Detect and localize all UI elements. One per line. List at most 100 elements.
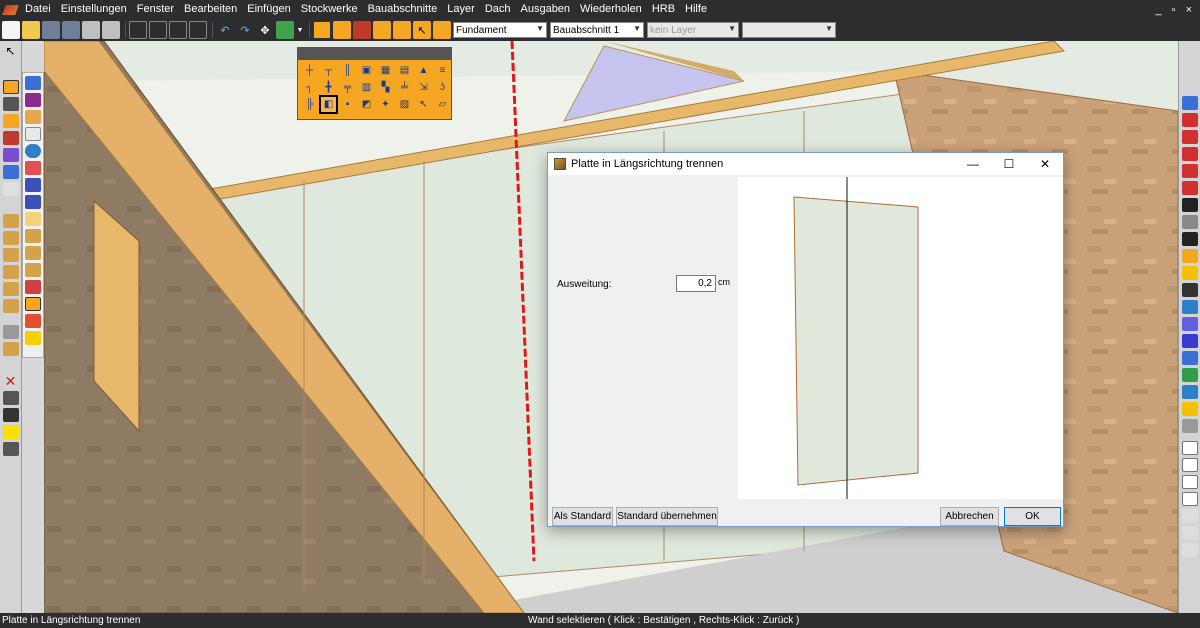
- globe-icon[interactable]: [25, 144, 41, 158]
- extra-select[interactable]: ▼: [742, 22, 836, 38]
- wall-split-icon[interactable]: ╤: [340, 80, 355, 95]
- print-preview-icon[interactable]: [102, 21, 120, 39]
- gable-tool-icon[interactable]: [2, 342, 19, 356]
- layers-icon[interactable]: [2, 97, 19, 111]
- menu-ausgaben[interactable]: Ausgaben: [516, 0, 576, 19]
- menu-hilfe[interactable]: Hilfe: [680, 0, 712, 19]
- pan-icon[interactable]: ✥: [256, 21, 274, 39]
- railing-tool-icon[interactable]: [2, 299, 19, 313]
- menu-einstellungen[interactable]: Einstellungen: [56, 0, 132, 19]
- wall-hook-icon[interactable]: ʖ: [435, 80, 450, 95]
- page-icon[interactable]: [1181, 458, 1198, 472]
- people-icon[interactable]: [1181, 215, 1198, 229]
- wall-select-icon[interactable]: ▣: [359, 63, 374, 78]
- hatch-tool-icon[interactable]: [393, 21, 411, 39]
- wall-edge-icon[interactable]: ╧: [397, 80, 412, 95]
- folder-icon[interactable]: [1181, 368, 1198, 382]
- save-as-icon[interactable]: [62, 21, 80, 39]
- page-3-icon[interactable]: [1181, 492, 1198, 506]
- floor-plan-icon[interactable]: [1181, 164, 1198, 178]
- section-icon[interactable]: [1181, 198, 1198, 212]
- menu-wiederholen[interactable]: Wiederholen: [575, 0, 647, 19]
- close-icon[interactable]: ✕: [1027, 153, 1063, 175]
- menu-hrb[interactable]: HRB: [647, 0, 680, 19]
- wall-tool-icon[interactable]: [2, 80, 19, 94]
- new-file-icon[interactable]: [2, 21, 20, 39]
- delete-icon[interactable]: ✕: [3, 374, 19, 388]
- measure-tool-icon[interactable]: [333, 21, 351, 39]
- ruler-icon[interactable]: [1181, 402, 1198, 416]
- view-cube-icon[interactable]: [276, 21, 294, 39]
- bricks-red-icon[interactable]: [25, 314, 41, 328]
- wall-panel-icon[interactable]: ▥: [359, 80, 374, 95]
- cursor-tool-icon[interactable]: [2, 182, 19, 196]
- wall-plank-icon[interactable]: ▱: [435, 97, 450, 112]
- wall-red-icon[interactable]: [353, 21, 371, 39]
- menu-stockwerke[interactable]: Stockwerke: [296, 0, 363, 19]
- list-icon[interactable]: [1181, 441, 1198, 455]
- door-tool-icon[interactable]: [2, 131, 19, 145]
- frame-red-icon[interactable]: [1181, 181, 1198, 195]
- minimize-icon[interactable]: —: [955, 153, 991, 175]
- brick-icon[interactable]: [25, 110, 41, 124]
- post-tool-icon[interactable]: [2, 265, 19, 279]
- dimension-icon[interactable]: [1181, 317, 1198, 331]
- dimension-tool-icon[interactable]: [2, 325, 19, 339]
- wall-joint-icon[interactable]: ┼: [302, 63, 317, 78]
- ok-button[interactable]: OK: [1004, 507, 1061, 526]
- opening-tool-icon[interactable]: [2, 148, 19, 162]
- menu-layer[interactable]: Layer: [442, 0, 480, 19]
- book-icon[interactable]: [433, 21, 451, 39]
- line-icon[interactable]: [1181, 283, 1198, 297]
- frame-tool-icon[interactable]: [313, 21, 331, 39]
- page-2-icon[interactable]: [1181, 475, 1198, 489]
- wall-corner-icon[interactable]: ┐: [302, 80, 317, 95]
- pipe-icon[interactable]: [1181, 300, 1198, 314]
- library-icon[interactable]: [1181, 351, 1198, 365]
- stair-tool-icon[interactable]: [2, 231, 19, 245]
- menu-bauabschnitte[interactable]: Bauabschnitte: [363, 0, 443, 19]
- wall-arrow-icon[interactable]: ⇲: [416, 80, 431, 95]
- minimize-icon[interactable]: _: [1156, 4, 1162, 16]
- palette-titlebar[interactable]: [298, 48, 451, 60]
- wall-highlight-icon[interactable]: [25, 297, 41, 311]
- print-icon[interactable]: [82, 21, 100, 39]
- measure-icon[interactable]: [2, 408, 19, 422]
- wall-stack-icon[interactable]: ≡: [435, 63, 450, 78]
- stairs-icon[interactable]: [1181, 385, 1198, 399]
- garage-red-icon[interactable]: [1181, 147, 1198, 161]
- scale-icon[interactable]: [2, 425, 19, 439]
- gallery-icon[interactable]: [1181, 334, 1198, 348]
- menu-dach[interactable]: Dach: [480, 0, 516, 19]
- arrow-red-icon[interactable]: [25, 161, 41, 175]
- abbrechen-button[interactable]: Abbrechen: [940, 507, 999, 526]
- window-tool-icon[interactable]: [2, 114, 19, 128]
- zoom-window-icon[interactable]: [129, 21, 147, 39]
- wall-t-icon[interactable]: ┬: [321, 63, 336, 78]
- menu-einfuegen[interactable]: Einfügen: [242, 0, 295, 19]
- dropdown-arrow-icon[interactable]: ▼: [296, 21, 304, 39]
- undo-icon[interactable]: ↶: [216, 21, 234, 39]
- arch-icon[interactable]: [1181, 232, 1198, 246]
- rafter-tool-icon[interactable]: [2, 248, 19, 262]
- zoom-out-icon[interactable]: [169, 21, 187, 39]
- layer-select[interactable]: kein Layer ▼: [647, 22, 739, 38]
- wall-lift-icon[interactable]: ◩: [359, 97, 374, 112]
- close-icon[interactable]: ×: [1186, 4, 1192, 16]
- house-red-icon[interactable]: [1181, 113, 1198, 127]
- door-blue-icon[interactable]: [25, 178, 41, 192]
- layer-tool-icon[interactable]: [373, 21, 391, 39]
- wall-tool-icon[interactable]: ▤: [397, 63, 412, 78]
- wrench-icon[interactable]: [25, 280, 41, 294]
- slider-3-icon[interactable]: [1181, 543, 1198, 557]
- wall-bracket-icon[interactable]: ╠: [302, 97, 317, 112]
- standard-uebernehmen-button[interactable]: Standard übernehmen: [616, 507, 718, 526]
- wall-pipe-icon[interactable]: ╋: [321, 80, 336, 95]
- wall-sheet-icon[interactable]: ▧: [397, 97, 412, 112]
- settings-icon[interactable]: [1181, 419, 1198, 433]
- select-pointer-icon[interactable]: ↖: [413, 21, 431, 39]
- wall-column-icon[interactable]: ║: [340, 63, 355, 78]
- beam-tool-icon[interactable]: [2, 214, 19, 228]
- zoom-all-icon[interactable]: [189, 21, 207, 39]
- home-icon[interactable]: [25, 127, 41, 141]
